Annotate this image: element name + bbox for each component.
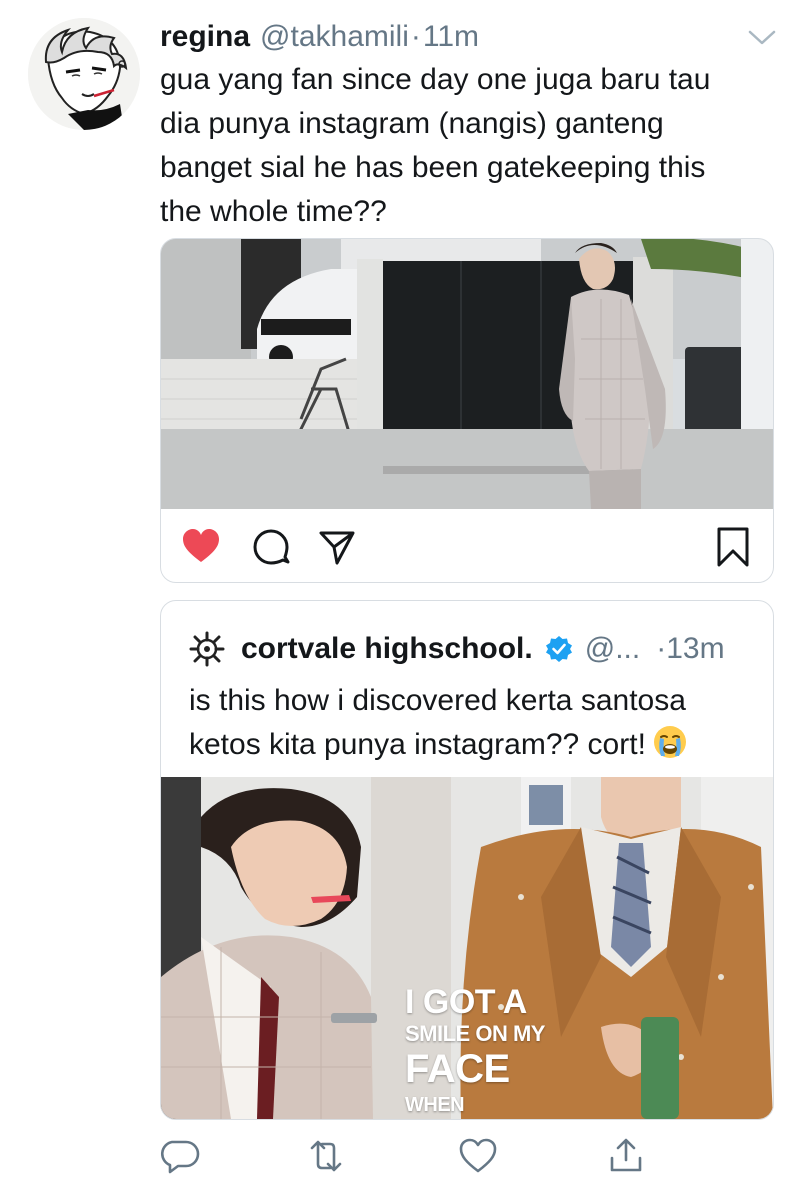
user-handle[interactable]: @takhamili <box>260 20 409 54</box>
avatar[interactable] <box>28 18 140 130</box>
overlay-caption-line-2: SMILE ON MY <box>405 1021 545 1046</box>
quoted-text-content: is this how i discovered kerta santosa k… <box>189 684 686 761</box>
verified-badge-icon <box>545 636 572 662</box>
share-icon[interactable] <box>317 527 357 567</box>
display-name[interactable]: regina <box>160 20 250 54</box>
quoted-tweet-media[interactable]: I GOT A SMILE ON MY FACE WHEN <box>161 777 773 1119</box>
tweet-header: regina @takhamili · 11m <box>160 20 479 56</box>
loudly-crying-face-emoji-icon <box>653 726 686 758</box>
like-icon[interactable] <box>458 1136 498 1176</box>
instagram-card[interactable] <box>160 238 774 583</box>
school-logo-icon[interactable] <box>189 631 225 667</box>
separator-dot: · <box>656 632 667 665</box>
comment-icon[interactable] <box>251 527 291 567</box>
instagram-photo[interactable] <box>161 239 773 509</box>
tweet-action-bar <box>0 1130 805 1190</box>
quoted-timestamp[interactable]: 13m <box>666 632 724 666</box>
separator-dot: · <box>410 20 421 53</box>
tweet-text: gua yang fan since day one juga baru tau… <box>160 63 711 228</box>
tweet[interactable]: regina @takhamili · 11m gua yang fan sin… <box>0 0 805 1200</box>
quoted-tweet-text: is this how i discovered kerta santosa k… <box>189 679 759 767</box>
reply-icon[interactable] <box>160 1136 200 1176</box>
retweet-icon[interactable] <box>306 1136 346 1176</box>
bookmark-icon[interactable] <box>713 527 753 567</box>
share-icon[interactable] <box>606 1136 646 1176</box>
quoted-tweet-header: cortvale highschool. @... · 13m <box>189 631 725 667</box>
chevron-down-icon[interactable] <box>746 26 778 48</box>
overlay-caption-line-4: WHEN <box>405 1094 465 1116</box>
overlay-caption-line-1: I GOT A <box>405 983 527 1021</box>
quoted-tweet[interactable]: cortvale highschool. @... · 13m is this … <box>160 600 774 1120</box>
quoted-display-name[interactable]: cortvale highschool. <box>241 632 533 666</box>
overlay-caption-line-3: FACE <box>405 1047 510 1091</box>
instagram-action-bar <box>161 509 773 582</box>
timestamp[interactable]: 11m <box>423 20 479 54</box>
quoted-user-handle[interactable]: @... <box>585 632 640 666</box>
heart-icon[interactable] <box>181 527 221 567</box>
